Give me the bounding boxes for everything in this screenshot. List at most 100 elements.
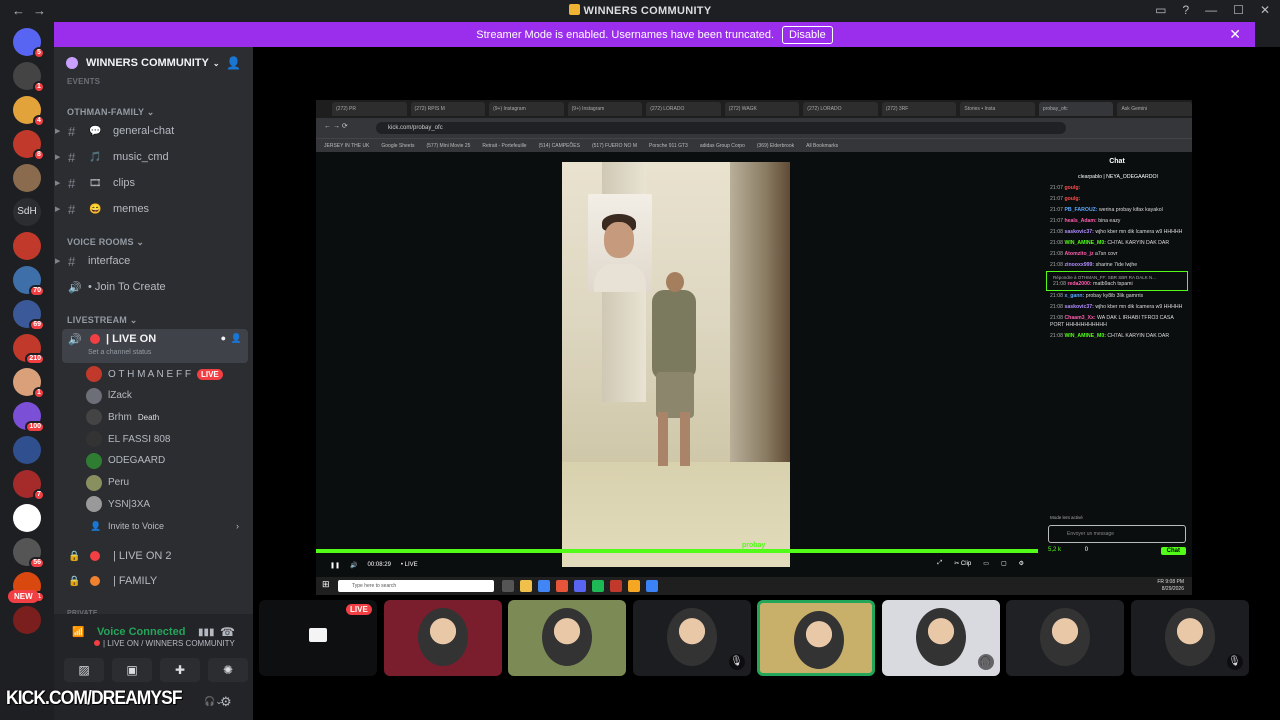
channel-clips[interactable]: ▶ # 🎞 clips — [54, 172, 253, 194]
noise-suppression-icon[interactable]: ▮▮▮ — [198, 627, 215, 638]
channel-interface[interactable]: ▶ # interface — [54, 250, 253, 272]
server-icon[interactable]: 5 — [13, 28, 45, 59]
pause-icon[interactable]: ❚❚ — [330, 562, 340, 569]
clip-button[interactable]: ✂ Clip — [954, 560, 971, 567]
participant-tile[interactable]: 🎧 — [881, 600, 1000, 676]
settings-gear-icon[interactable]: ⚙ — [1019, 560, 1024, 567]
browser-tab[interactable]: (272) WAGK — [724, 102, 800, 116]
browser-tab[interactable]: Ask Gemini — [1117, 102, 1192, 116]
participant-tile[interactable] — [757, 600, 875, 676]
voice-user[interactable]: lZack — [86, 386, 132, 406]
server-icon[interactable] — [13, 232, 41, 260]
browser-tab[interactable]: (272) LORADO — [803, 102, 878, 116]
channel-join-to-create[interactable]: 🔊 • Join To Create — [54, 276, 253, 298]
help-icon[interactable]: ? — [1182, 3, 1189, 17]
server-icon[interactable]: 7 — [13, 470, 45, 501]
voice-user[interactable]: ODEGAARD — [86, 451, 165, 471]
participant-tile[interactable] — [508, 600, 626, 676]
soundboard-button[interactable]: ✺ — [208, 658, 248, 682]
server-icon[interactable]: 8 — [13, 130, 45, 161]
discord-icon[interactable] — [574, 580, 586, 592]
inbox-icon[interactable]: ▭ — [1155, 3, 1166, 17]
chat-message[interactable]: 21:07 goulg: — [1044, 194, 1190, 205]
channel-family[interactable]: 🔒 | FAMILY — [54, 570, 253, 592]
chat-username[interactable]: PB_FAROUZ: — [1064, 207, 1097, 213]
participant-tile[interactable] — [1006, 600, 1124, 676]
channel-live-on[interactable]: 🔊 | LIVE ON Set a channel status ● 👤 — [62, 329, 248, 363]
app-icon[interactable] — [556, 580, 568, 592]
chat-message[interactable]: 21:08 saskovic37: wjho kber mn dik lcame… — [1044, 227, 1190, 238]
server-icon[interactable]: 210 — [13, 334, 45, 365]
voice-connected-label[interactable]: Voice Connected — [97, 626, 185, 638]
volume-icon[interactable]: 🔊 — [350, 562, 357, 569]
chat-username[interactable]: zinooxx999: — [1064, 262, 1094, 268]
bookmark-item[interactable]: (577) Mini Movie 25 — [426, 143, 470, 149]
back-forward-icons[interactable]: ← → ⟳ — [324, 122, 348, 130]
spotify-icon[interactable] — [592, 580, 604, 592]
windows-start-icon[interactable]: ⊞ — [322, 579, 330, 590]
close-button[interactable]: ✕ — [1260, 3, 1270, 17]
pip-icon[interactable]: ▢ — [1001, 560, 1007, 567]
screen-share-button[interactable]: ▣ — [112, 658, 152, 682]
chat-message[interactable]: 21:08 Atomzito_jz a7sn covr — [1044, 249, 1190, 260]
category-livestream[interactable]: LIVESTREAM ⌄ — [67, 315, 137, 326]
server-icon[interactable]: 69 — [13, 300, 45, 331]
chat-username[interactable]: Chaam3_Xx: — [1064, 315, 1095, 321]
server-icon[interactable]: 100 — [13, 402, 45, 433]
video-off-button[interactable]: ▨ — [64, 658, 104, 682]
participant-tile[interactable]: 🎙 — [632, 600, 751, 676]
stream-video[interactable]: probay — [562, 162, 790, 567]
voice-user[interactable]: YSN|3XA — [86, 494, 150, 514]
browser-tab[interactable]: probay_ofc — [1038, 102, 1114, 116]
browser-tab[interactable]: Stories • Insta — [960, 102, 1035, 116]
close-icon[interactable]: ✕ — [1229, 26, 1241, 43]
events-label[interactable]: EVENTS — [67, 77, 100, 86]
theater-icon[interactable]: ▭ — [983, 560, 989, 567]
guild-header[interactable]: WINNERS COMMUNITY ⌄ 👤 — [54, 47, 253, 79]
chat-username[interactable]: goulg: — [1064, 196, 1080, 202]
server-icon[interactable]: 70 — [13, 266, 45, 297]
chat-message[interactable]: 21:08 WIN_AMINE_M0: CH7AL KARYIN DAK DAR — [1044, 331, 1190, 342]
invite-to-voice[interactable]: 👤 Invite to Voice › — [54, 515, 253, 537]
server-icon[interactable]: SdH — [13, 198, 41, 226]
disconnect-icon[interactable]: ☎ — [220, 625, 235, 639]
browser-tab[interactable]: (272) LORADO — [646, 102, 721, 116]
browser-tab[interactable]: (272) RPIS M — [410, 102, 486, 116]
channel-live-on-2[interactable]: 🔒 | LIVE ON 2 — [54, 545, 253, 567]
browser-tab[interactable]: (272) PR — [332, 102, 407, 116]
file-explorer-icon[interactable] — [520, 580, 532, 592]
chat-username[interactable]: WIN_AMINE_M0: — [1064, 333, 1106, 339]
taskbar-search[interactable]: Type here to search — [338, 580, 494, 592]
server-icon[interactable]: 56 — [13, 538, 45, 569]
chat-message[interactable]: Répondre à OTHMAN_FF: SBR SBR RA DALK N.… — [1046, 271, 1188, 291]
kicks-count[interactable]: 5,2 k — [1048, 547, 1061, 553]
settings-gear-icon[interactable]: ⚙ — [220, 694, 232, 710]
bookmark-item[interactable]: Porsche 911 GT3 — [649, 143, 688, 149]
minimize-button[interactable]: — — [1205, 3, 1217, 17]
bookmark-item[interactable]: (517) FUERO NO M — [592, 143, 637, 149]
chat-username[interactable]: saskovic37: — [1064, 229, 1093, 235]
task-view-icon[interactable] — [502, 580, 514, 592]
browser-tab[interactable]: (272) 3RF — [881, 102, 957, 116]
server-icon[interactable]: 1 — [13, 368, 45, 399]
chrome-icon[interactable] — [538, 580, 550, 592]
channel-memes[interactable]: ▶ # 😄 memes — [54, 198, 253, 220]
chat-username[interactable]: x_gann: — [1064, 293, 1084, 299]
bookmark-item[interactable]: Google Sheets — [381, 143, 414, 149]
server-icon[interactable] — [13, 606, 41, 634]
server-icon[interactable]: 1 — [13, 62, 45, 93]
browser-tab[interactable]: (9+) Instagram — [489, 102, 564, 116]
server-icon[interactable] — [13, 504, 41, 532]
chat-message[interactable]: 21:08 WIN_AMINE_M0: CH7AL KARYIN DAK DAR — [1044, 238, 1190, 249]
bookmark-item[interactable]: adidas Group Corpo — [700, 143, 745, 149]
bookmark-item[interactable]: Retrait - Portefeuille — [482, 143, 526, 149]
chat-message[interactable]: 21:07 goulg: — [1044, 183, 1190, 194]
chat-message[interactable]: 21:08 x_gann: probay ky8ib 3lik gamrris — [1044, 291, 1190, 302]
voice-user[interactable]: Brhm Death — [86, 407, 159, 427]
participant-tile[interactable] — [383, 600, 502, 676]
browser-tab[interactable]: (9+) Instagram — [567, 102, 643, 116]
chat-send-button[interactable]: Chat — [1160, 547, 1186, 555]
channel-music_cmd[interactable]: ▶ # 🎵 music_cmd — [54, 146, 253, 168]
server-icon[interactable] — [13, 164, 41, 192]
app-icon[interactable] — [628, 580, 640, 592]
